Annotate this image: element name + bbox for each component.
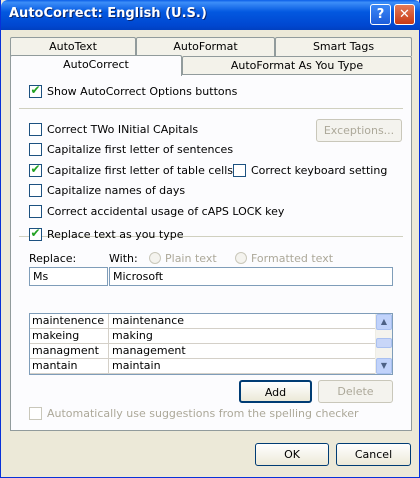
replace-text-checkbox[interactable]: ✔ Replace text as you type: [29, 226, 183, 243]
checkbox-label: Capitalize first letter of sentences: [47, 143, 234, 156]
checkbox-label: Capitalize first letter of table cells: [47, 164, 234, 177]
scroll-up-icon[interactable]: ▲: [376, 314, 392, 330]
cancel-button[interactable]: Cancel: [336, 443, 411, 466]
list-item[interactable]: managment management: [30, 344, 376, 359]
tab-label: AutoText: [49, 40, 97, 53]
close-icon: ✕: [399, 7, 410, 22]
checkbox-label: Show AutoCorrect Options buttons: [47, 85, 238, 98]
tab-autoformat-as-you-type[interactable]: AutoFormat As You Type: [182, 56, 412, 75]
button-label: OK: [284, 448, 300, 461]
list-item[interactable]: maintenence maintenance: [30, 314, 376, 329]
divider: [19, 108, 403, 109]
list-to: management: [112, 344, 186, 357]
list-item[interactable]: makeing making: [30, 329, 376, 344]
checkbox-label: Correct keyboard setting: [251, 164, 388, 177]
window-title: AutoCorrect: English (U.S.): [9, 6, 207, 21]
checkbox-box: ✔: [29, 83, 42, 98]
list-to: maintenance: [112, 314, 185, 327]
scroll-down-icon[interactable]: ▼: [376, 358, 392, 374]
checkbox-label: Capitalize names of days: [47, 184, 186, 197]
button-label: Add: [264, 386, 287, 399]
scroll-thumb[interactable]: [376, 338, 392, 348]
with-label: With:: [109, 252, 138, 265]
checkbox-box: [233, 164, 246, 177]
tab-label: Smart Tags: [312, 40, 375, 53]
with-input[interactable]: Microsoft: [109, 267, 393, 286]
help-icon: ?: [376, 7, 385, 22]
tab-autoformat[interactable]: AutoFormat: [136, 37, 275, 56]
tab-autocorrect[interactable]: AutoCorrect: [10, 55, 182, 76]
check-icon: ✔: [30, 83, 41, 97]
replace-input[interactable]: Ms: [29, 267, 108, 286]
tab-smart-tags[interactable]: Smart Tags: [275, 37, 412, 56]
checkbox-box: [29, 143, 42, 156]
delete-button[interactable]: Delete: [318, 380, 393, 403]
tab-label: AutoFormat As You Type: [230, 59, 364, 72]
check-icon: ✔: [30, 162, 41, 176]
checkbox-label: Replace text as you type: [47, 228, 184, 241]
autocorrect-panel: ✔ Show AutoCorrect Options buttons Corre…: [10, 74, 412, 431]
checkbox-box: ✔: [29, 226, 42, 241]
checkbox-label: Correct TWo INitial CApitals: [47, 123, 199, 136]
replacement-list[interactable]: maintenence maintenance makeing making m…: [29, 313, 393, 375]
checkbox-label: Automatically use suggestions from the s…: [47, 407, 359, 420]
list-item[interactable]: mantain maintain: [30, 359, 376, 374]
tab-autotext[interactable]: AutoText: [10, 37, 136, 56]
tab-label: AutoCorrect: [63, 58, 129, 71]
list-to: maintain: [112, 359, 161, 372]
plain-text-radio[interactable]: [149, 252, 161, 264]
button-label: Delete: [337, 385, 374, 398]
list-from: maintenence: [30, 314, 109, 329]
list-scrollbar[interactable]: ▲ ▼: [375, 314, 392, 374]
button-label: Cancel: [354, 448, 393, 461]
list-from: managment: [30, 344, 109, 359]
check-icon: ✔: [30, 226, 41, 240]
replace-label: Replace:: [29, 252, 77, 265]
ok-button[interactable]: OK: [255, 443, 329, 466]
plain-text-label: Plain text: [165, 252, 217, 265]
checkbox-label: Correct accidental usage of cAPS LOCK ke…: [47, 205, 285, 218]
list-to: making: [112, 329, 153, 342]
button-label: Exceptions...: [323, 124, 395, 137]
autocorrect-dialog: AutoCorrect: English (U.S.) ? ✕ AutoText…: [0, 0, 420, 478]
checkbox-box: [29, 407, 42, 420]
checkbox-box: ✔: [29, 162, 42, 177]
formatted-text-label: Formatted text: [251, 252, 334, 265]
add-button[interactable]: Add: [239, 380, 312, 403]
list-from: mantain: [30, 359, 109, 374]
exceptions-button[interactable]: Exceptions...: [316, 119, 402, 142]
checkbox-box: [29, 205, 42, 218]
list-from: makeing: [30, 329, 109, 344]
title-bar: AutoCorrect: English (U.S.) ? ✕: [1, 0, 420, 30]
close-button[interactable]: ✕: [394, 4, 415, 25]
help-button[interactable]: ?: [370, 4, 391, 25]
tab-label: AutoFormat: [173, 40, 238, 53]
formatted-text-radio[interactable]: [235, 252, 247, 264]
checkbox-box: [29, 123, 42, 136]
checkbox-box: [29, 184, 42, 197]
